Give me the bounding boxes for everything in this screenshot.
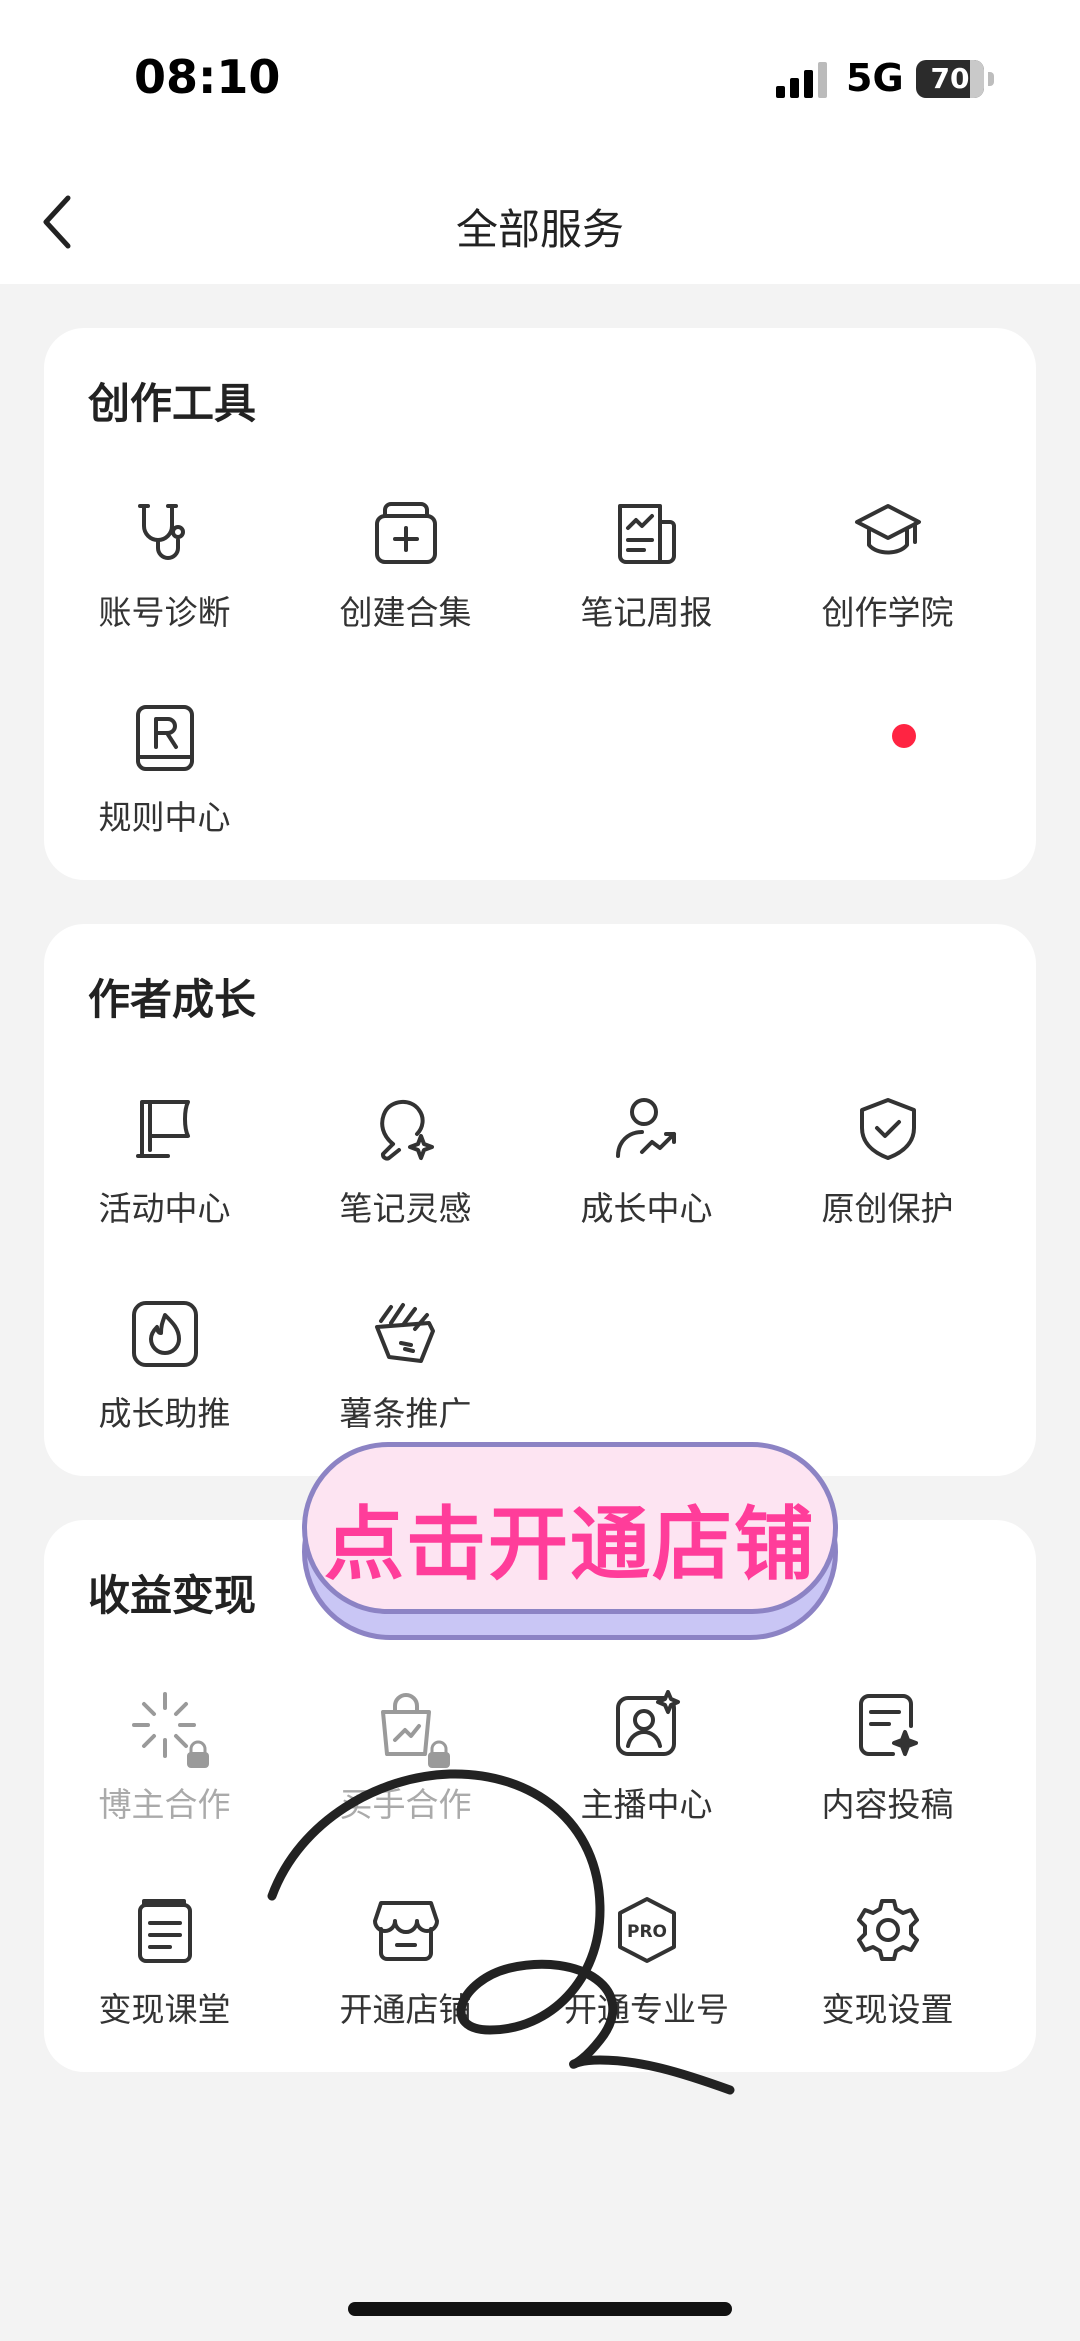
service-label: 内容投稿 — [821, 1785, 954, 1824]
service-creator-academy[interactable]: 创作学院 — [767, 498, 1008, 668]
service-rules-center[interactable]: 规则中心 — [44, 703, 285, 873]
section-creation-tools: 创作工具 账号诊断 创建合集 笔记周报 创作学院 规则中心 — [44, 328, 1036, 880]
course-book-icon — [138, 1899, 192, 1963]
service-monetization-settings[interactable]: 变现设置 — [767, 1895, 1008, 2065]
service-label: 变现设置 — [821, 1990, 954, 2029]
battery-level: 70 — [930, 62, 970, 95]
page-title: 全部服务 — [455, 205, 624, 254]
open-store-promo-button[interactable]: 点击开通店铺 — [300, 1442, 840, 1642]
service-label: 博主合作 — [98, 1785, 231, 1824]
user-growth-icon — [616, 1098, 676, 1158]
fries-icon — [375, 1303, 435, 1363]
lightbulb-icon — [380, 1100, 434, 1161]
promo-text: 点击开通店铺 — [324, 1498, 816, 1591]
notification-dot — [892, 724, 916, 748]
service-label: 活动中心 — [98, 1189, 231, 1228]
section-author-growth: 作者成长 活动中心 笔记灵感 成长中心 原创保护 成长助推 薯条推广 — [44, 924, 1036, 1476]
signal-icon — [776, 62, 827, 98]
home-indicator — [348, 2302, 732, 2316]
flag-icon — [136, 1100, 190, 1158]
service-growth-center[interactable]: 成长中心 — [526, 1094, 767, 1264]
service-note-inspiration[interactable]: 笔记灵感 — [285, 1094, 526, 1264]
network-type: 5G — [846, 56, 904, 100]
battery-icon: 70 — [916, 60, 994, 98]
status-time: 08:10 — [134, 50, 281, 104]
service-label: 创建合集 — [339, 593, 472, 632]
scribble-annotation — [267, 1769, 735, 2095]
service-label: 原创保护 — [821, 1189, 954, 1228]
flame-icon — [132, 1301, 198, 1367]
service-monetization-course[interactable]: 变现课堂 — [44, 1895, 285, 2065]
service-blogger-cooperation[interactable]: 博主合作 — [44, 1690, 285, 1860]
service-label: 规则中心 — [98, 798, 231, 837]
section-title: 收益变现 — [88, 1571, 257, 1620]
rules-book-icon — [136, 705, 194, 771]
graduation-cap-icon — [855, 504, 921, 555]
gear-icon — [857, 1899, 919, 1961]
service-label: 笔记周报 — [580, 593, 713, 632]
service-label: 笔记灵感 — [339, 1189, 472, 1228]
stethoscope-icon — [138, 504, 185, 560]
streamer-icon — [616, 1690, 680, 1756]
service-original-protection[interactable]: 原创保护 — [767, 1094, 1008, 1264]
add-collection-icon — [375, 502, 437, 564]
service-account-diagnosis[interactable]: 账号诊断 — [44, 498, 285, 668]
shield-check-icon — [860, 1098, 916, 1160]
service-label: 薯条推广 — [339, 1394, 472, 1433]
service-label: 变现课堂 — [98, 1990, 231, 2029]
service-growth-boost[interactable]: 成长助推 — [44, 1299, 285, 1469]
service-activity-center[interactable]: 活动中心 — [44, 1094, 285, 1264]
section-title: 作者成长 — [88, 975, 257, 1024]
service-create-collection[interactable]: 创建合集 — [285, 498, 526, 668]
service-label: 成长助推 — [98, 1394, 231, 1433]
submission-icon — [859, 1694, 918, 1756]
service-content-submission[interactable]: 内容投稿 — [767, 1690, 1008, 1860]
service-label: 成长中心 — [580, 1189, 713, 1228]
service-label: 账号诊断 — [98, 593, 231, 632]
lock-icon — [187, 1740, 209, 1768]
service-weekly-report[interactable]: 笔记周报 — [526, 498, 767, 668]
status-bar: 08:10 5G 70 — [0, 0, 1080, 160]
section-title: 创作工具 — [88, 379, 257, 428]
nav-bar: 全部服务 — [0, 160, 1080, 284]
weekly-report-icon — [618, 504, 676, 564]
service-label: 创作学院 — [821, 593, 954, 632]
